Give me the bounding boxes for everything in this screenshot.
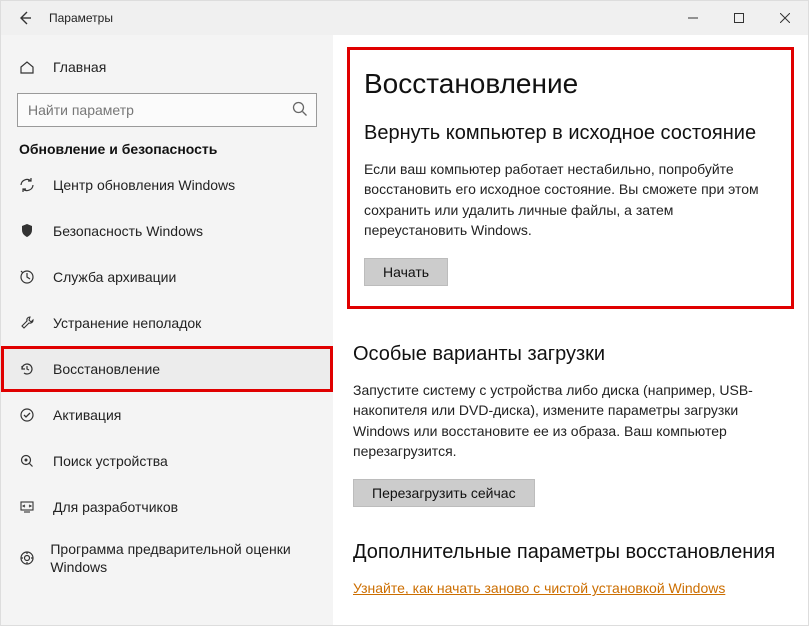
sidebar-item-label: Безопасность Windows: [53, 223, 203, 239]
minimize-icon: [688, 13, 698, 23]
sidebar: Главная Обновление и безопасность Центр …: [1, 35, 333, 625]
sidebar-item-find-device[interactable]: Поиск устройства: [1, 438, 333, 484]
sidebar-item-label: Активация: [53, 407, 121, 423]
content-pane: Восстановление Вернуть компьютер в исход…: [333, 35, 808, 625]
wrench-icon: [19, 315, 41, 331]
sidebar-item-label: Устранение неполадок: [53, 315, 201, 331]
home-icon: [19, 59, 41, 75]
more-heading: Дополнительные параметры восстановления: [353, 541, 788, 564]
arrow-left-icon: [17, 10, 33, 26]
search-wrap: [17, 93, 317, 127]
maximize-icon: [734, 13, 744, 23]
sidebar-item-label: Центр обновления Windows: [53, 177, 235, 193]
sidebar-home-label: Главная: [53, 59, 106, 75]
close-icon: [780, 13, 790, 23]
sidebar-item-label: Служба архивации: [53, 269, 176, 285]
sidebar-item-developers[interactable]: Для разработчиков: [1, 484, 333, 530]
minimize-button[interactable]: [670, 1, 716, 35]
search-icon: [291, 100, 309, 118]
titlebar: Параметры: [1, 1, 808, 35]
maximize-button[interactable]: [716, 1, 762, 35]
sidebar-item-insider[interactable]: Программа предварительной оценки Windows: [1, 530, 333, 586]
close-button[interactable]: [762, 1, 808, 35]
section-more-options: Дополнительные параметры восстановления …: [353, 541, 788, 598]
section-advanced-startup: Особые варианты загрузки Запустите систе…: [353, 343, 788, 507]
sidebar-item-label: Поиск устройства: [53, 453, 168, 469]
sidebar-group-title: Обновление и безопасность: [1, 141, 333, 162]
reset-text: Если ваш компьютер работает нестабильно,…: [364, 159, 777, 240]
find-icon: [19, 453, 41, 469]
sidebar-item-update[interactable]: Центр обновления Windows: [1, 162, 333, 208]
advanced-text: Запустите систему с устройства либо диск…: [353, 380, 788, 461]
sidebar-home[interactable]: Главная: [1, 47, 333, 87]
backup-icon: [19, 269, 41, 285]
history-icon: [19, 361, 41, 377]
shield-icon: [19, 223, 41, 239]
search-input[interactable]: [17, 93, 317, 127]
sidebar-item-recovery[interactable]: Восстановление: [1, 346, 333, 392]
advanced-heading: Особые варианты загрузки: [353, 343, 788, 366]
insider-icon: [19, 550, 38, 566]
back-button[interactable]: [1, 10, 49, 26]
sidebar-item-security[interactable]: Безопасность Windows: [1, 208, 333, 254]
window-title: Параметры: [49, 11, 113, 25]
sync-icon: [19, 177, 41, 193]
section-reset: Восстановление Вернуть компьютер в исход…: [347, 47, 794, 309]
sidebar-item-label: Для разработчиков: [53, 499, 178, 515]
developer-icon: [19, 499, 41, 515]
restart-now-button[interactable]: Перезагрузить сейчас: [353, 479, 535, 507]
fresh-start-link[interactable]: Узнайте, как начать заново с чистой уста…: [353, 580, 725, 596]
sidebar-item-activation[interactable]: Активация: [1, 392, 333, 438]
sidebar-item-troubleshoot[interactable]: Устранение неполадок: [1, 300, 333, 346]
sidebar-item-label: Программа предварительной оценки Windows: [50, 540, 315, 576]
check-icon: [19, 407, 41, 423]
sidebar-item-backup[interactable]: Служба архивации: [1, 254, 333, 300]
settings-window: Параметры Главная: [1, 1, 808, 625]
sidebar-item-label: Восстановление: [53, 361, 160, 377]
reset-start-button[interactable]: Начать: [364, 258, 448, 286]
page-title: Восстановление: [364, 68, 777, 100]
reset-heading: Вернуть компьютер в исходное состояние: [364, 122, 777, 145]
